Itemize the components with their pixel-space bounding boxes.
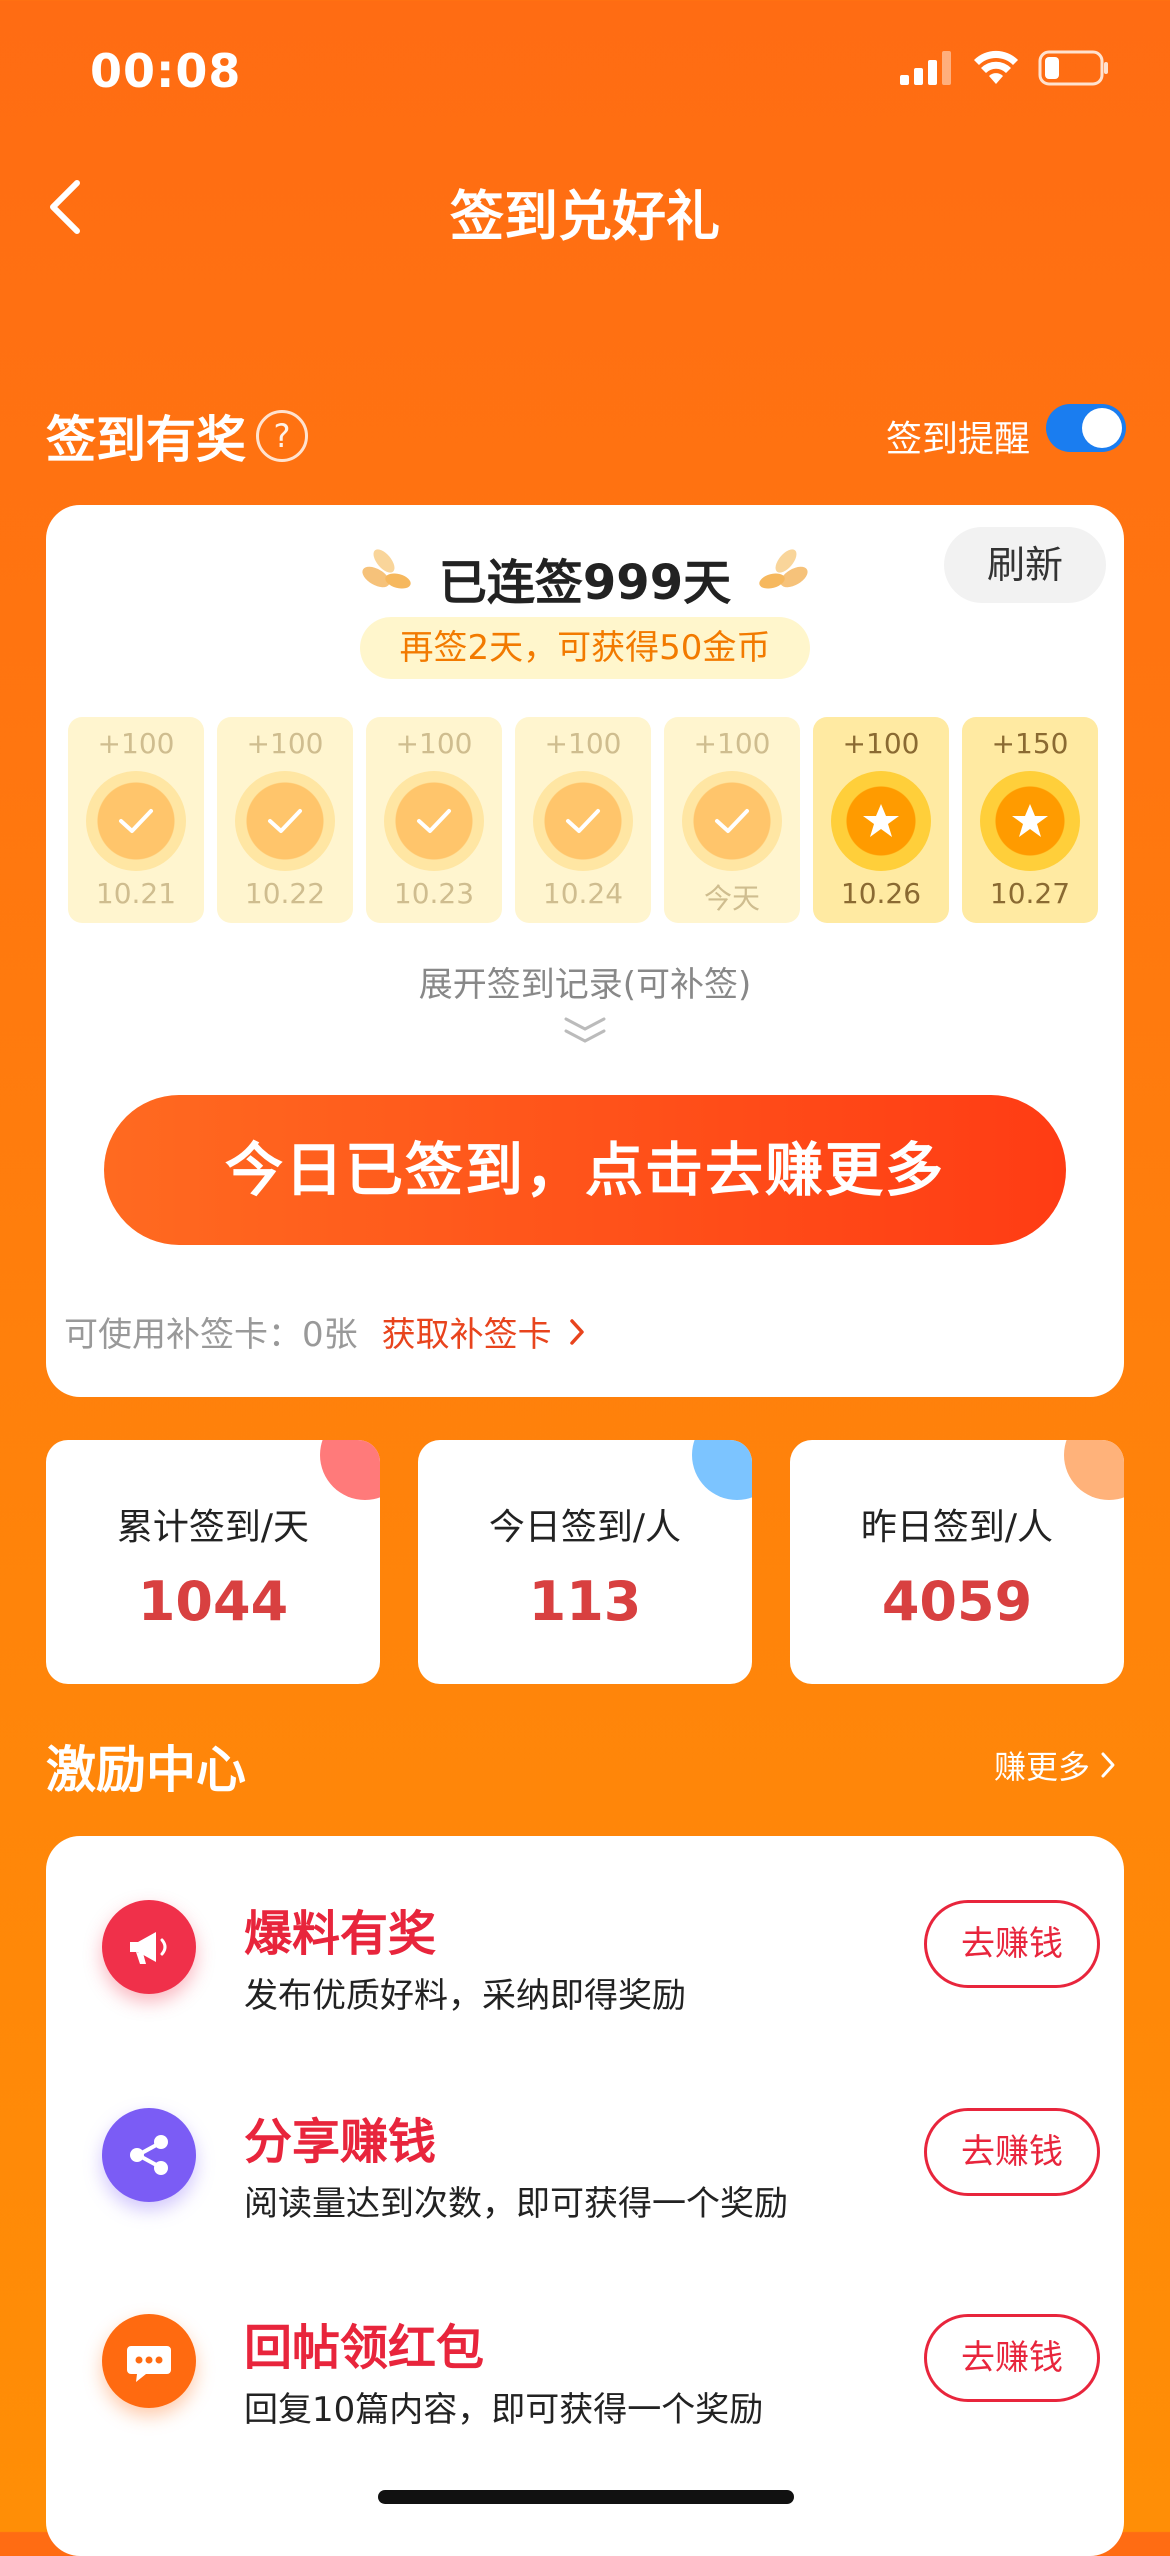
signed-in-cta-button[interactable]: 今日已签到，点击去赚更多: [104, 1095, 1066, 1245]
share-icon: [102, 2108, 196, 2202]
day-date: 10.23: [393, 877, 475, 910]
home-indicator: [378, 2490, 794, 2504]
days-row: +100 10.21 +100 10.22 +100 10.23 +100 10…: [68, 717, 1102, 923]
makeup-label: 可使用补签卡：: [64, 1315, 302, 1355]
stat-corner-decoration: [692, 1440, 752, 1500]
day-points: +100: [693, 727, 771, 760]
signin-card: 已连签999天 刷新 再签2天，可获得50金币 +100 10.21 +100 …: [46, 505, 1124, 1397]
earn-money-button[interactable]: 去赚钱: [924, 2314, 1100, 2402]
day-date: 10.21: [95, 877, 177, 910]
task-description: 阅读量达到次数，即可获得一个奖励: [244, 2184, 788, 2224]
star-icon: [1012, 804, 1048, 837]
double-chevron-down-icon[interactable]: [562, 1015, 608, 1045]
signal-icon: [900, 51, 951, 85]
stat-label: 昨日签到/人: [860, 1507, 1054, 1548]
earn-money-button[interactable]: 去赚钱: [924, 2108, 1100, 2196]
coin-badge: [533, 771, 633, 871]
day-cell: +100 10.21: [68, 717, 204, 923]
stat-card-yesterday-users: 昨日签到/人 4059: [790, 1440, 1124, 1684]
coin-badge: [682, 771, 782, 871]
day-cell: +100 今天: [664, 717, 800, 923]
day-date: 10.24: [542, 877, 624, 910]
coin-badge: [831, 771, 931, 871]
checkmark-icon: [566, 809, 600, 833]
reminder-toggle[interactable]: [1046, 404, 1126, 452]
status-time: 00:08: [90, 44, 242, 98]
streak-hint: 再签2天，可获得50金币: [360, 617, 810, 679]
checkmark-icon: [268, 809, 302, 833]
get-makeup-card-link[interactable]: 获取补签卡: [382, 1307, 552, 1356]
help-icon[interactable]: ?: [256, 410, 308, 462]
stat-corner-decoration: [1064, 1440, 1124, 1500]
stat-value: 1044: [137, 1570, 289, 1633]
stat-value: 4059: [881, 1570, 1033, 1633]
earn-more-label: 赚更多: [993, 1748, 1090, 1786]
task-row-share: 分享赚钱 阅读量达到次数，即可获得一个奖励 去赚钱: [46, 2064, 1124, 2244]
refresh-button[interactable]: 刷新: [944, 527, 1106, 603]
incentive-section-title: 激励中心: [46, 1741, 246, 1799]
status-icons: [900, 50, 1110, 86]
chat-bubble-icon: [102, 2314, 196, 2408]
coin-badge: [384, 771, 484, 871]
day-date: 10.27: [989, 877, 1071, 910]
checkmark-icon: [715, 809, 749, 833]
megaphone-icon: [102, 1900, 196, 1994]
task-title: 爆料有奖: [244, 1906, 437, 1962]
stat-value: 113: [528, 1570, 642, 1633]
task-description: 发布优质好料，采纳即得奖励: [244, 1976, 686, 2016]
coin-badge: [86, 771, 186, 871]
chevron-right-icon[interactable]: [562, 1315, 592, 1349]
stat-label: 累计签到/天: [116, 1507, 310, 1548]
page-title: 签到兑好礼: [450, 185, 720, 248]
day-points: +150: [991, 727, 1069, 760]
stat-card-total-days: 累计签到/天 1044: [46, 1440, 380, 1684]
makeup-card-row: 可使用补签卡： 0张 获取补签卡: [64, 1307, 592, 1356]
day-cell: +100 10.26: [813, 717, 949, 923]
day-cell: +150 10.27: [962, 717, 1098, 923]
stat-label: 今日签到/人: [488, 1507, 682, 1548]
coin-badge: [235, 771, 335, 871]
day-points: +100: [544, 727, 622, 760]
day-date: 10.26: [840, 877, 922, 910]
day-points: +100: [97, 727, 175, 760]
reminder-label: 签到提醒: [886, 419, 1031, 460]
task-row-reply: 回帖领红包 回复10篇内容，即可获得一个奖励 去赚钱: [46, 2270, 1124, 2450]
wifi-icon: [974, 50, 1018, 84]
tasks-card: 爆料有奖 发布优质好料，采纳即得奖励 去赚钱 分享赚钱 阅读量达到次数，即可获得…: [46, 1836, 1124, 2556]
earn-money-button[interactable]: 去赚钱: [924, 1900, 1100, 1988]
day-cell: +100 10.22: [217, 717, 353, 923]
stat-corner-decoration: [320, 1440, 380, 1500]
coin-badge: [980, 771, 1080, 871]
day-date: 今天: [703, 882, 760, 915]
task-row-tips: 爆料有奖 发布优质好料，采纳即得奖励 去赚钱: [46, 1856, 1124, 2036]
battery-icon: [1038, 50, 1108, 86]
task-description: 回复10篇内容，即可获得一个奖励: [244, 2390, 764, 2430]
signin-section-title: 签到有奖: [46, 411, 246, 469]
task-title: 分享赚钱: [244, 2114, 437, 2170]
day-cell: +100 10.24: [515, 717, 651, 923]
toggle-knob: [1082, 408, 1122, 448]
day-points: +100: [395, 727, 473, 760]
day-date: 10.22: [244, 877, 326, 910]
earn-more-link[interactable]: 赚更多: [994, 1742, 1120, 1788]
chevron-right-icon: [1101, 1752, 1115, 1778]
day-points: +100: [842, 727, 920, 760]
checkmark-icon: [119, 809, 153, 833]
day-cell: +100 10.23: [366, 717, 502, 923]
star-icon: [863, 804, 899, 837]
makeup-count: 0张: [302, 1315, 358, 1355]
day-points: +100: [246, 727, 324, 760]
laurel-right-icon: [759, 549, 808, 589]
expand-records-link[interactable]: 展开签到记录(可补签): [46, 957, 1124, 1006]
task-title: 回帖领红包: [244, 2320, 485, 2376]
checkmark-icon: [417, 809, 451, 833]
stat-card-today-users: 今日签到/人 113: [418, 1440, 752, 1684]
